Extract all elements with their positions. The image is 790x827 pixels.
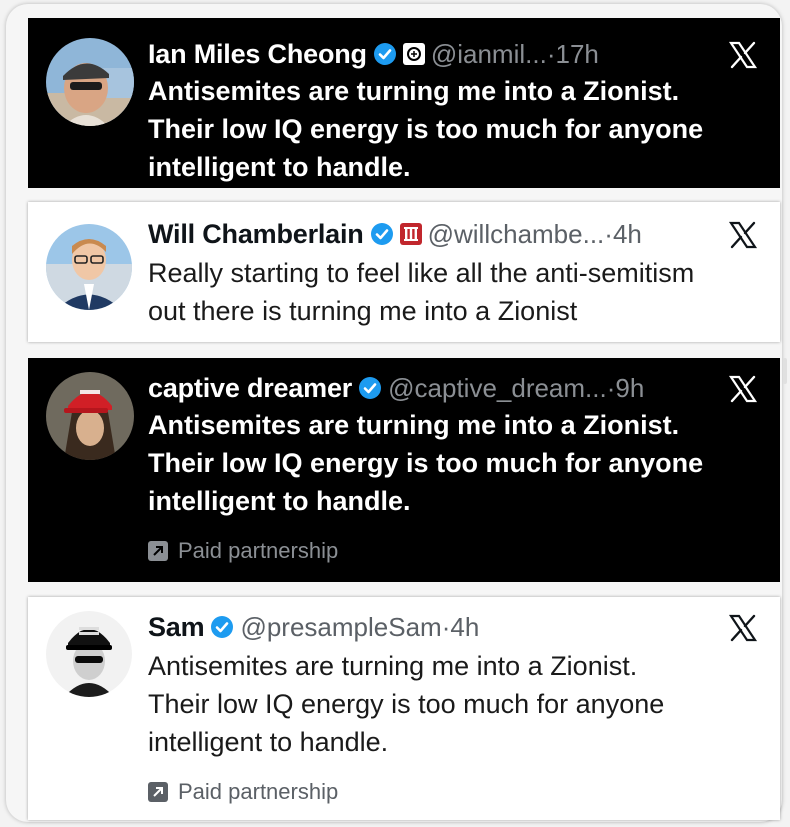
paid-partnership-label[interactable]: Paid partnership bbox=[148, 779, 338, 805]
user-handle[interactable]: @captive_dream... bbox=[388, 373, 607, 404]
post-text-line: Antisemites are turning me into a Zionis… bbox=[148, 651, 638, 681]
x-logo-icon bbox=[728, 221, 758, 249]
post-text-line: intelligent to handle. bbox=[148, 152, 411, 182]
avatar[interactable] bbox=[46, 38, 134, 126]
user-handle[interactable]: @willchambe... bbox=[428, 219, 605, 250]
verified-check-icon bbox=[370, 223, 393, 245]
user-handle[interactable]: @presampleSam bbox=[240, 612, 441, 643]
display-name[interactable]: Ian Miles Cheong bbox=[148, 39, 367, 70]
post-text: Antisemites are turning me into a Zionis… bbox=[148, 72, 760, 186]
paid-partnership-icon bbox=[148, 541, 168, 561]
x-logo-icon bbox=[728, 41, 758, 69]
post-timestamp[interactable]: 4h bbox=[613, 219, 642, 250]
post-text: Antisemites are turning me into a Zionis… bbox=[148, 406, 760, 520]
post-card-captive-dreamer[interactable]: captive dreamer @captive_dream... · 9h A… bbox=[28, 358, 787, 582]
avatar[interactable] bbox=[46, 372, 134, 460]
verified-check-icon bbox=[373, 43, 396, 65]
post-text-line: Antisemites are turning me into a Zionis… bbox=[148, 76, 680, 106]
post-text: Really starting to feel like all the ant… bbox=[148, 254, 760, 330]
post-timestamp[interactable]: 4h bbox=[450, 612, 479, 643]
separator-dot: · bbox=[546, 38, 556, 69]
post-text-line: Antisemites are turning me into a Zionis… bbox=[148, 410, 680, 440]
screenshot-collage: Ian Miles Cheong @ianmil... · 17h Antise… bbox=[6, 4, 787, 822]
paid-partnership-text: Paid partnership bbox=[178, 538, 339, 563]
post-header: captive dreamer @captive_dream... · 9h bbox=[148, 368, 768, 408]
display-name[interactable]: Sam bbox=[148, 612, 205, 643]
separator-dot: · bbox=[606, 372, 616, 403]
post-timestamp[interactable]: 9h bbox=[615, 373, 644, 404]
post-header: Sam @presampleSam · 4h bbox=[148, 607, 768, 647]
post-header: Will Chamberlain @willchambe... · 4h bbox=[148, 214, 768, 254]
post-card-sam[interactable]: Sam @presampleSam · 4h Antisemites are t… bbox=[28, 597, 780, 820]
user-handle[interactable]: @ianmil... bbox=[431, 39, 547, 70]
post-text-line: Their low IQ energy is too much for anyo… bbox=[148, 689, 665, 719]
display-name[interactable]: Will Chamberlain bbox=[148, 219, 364, 250]
post-text-line: Their low IQ energy is too much for anyo… bbox=[148, 448, 704, 478]
avatar[interactable] bbox=[46, 224, 132, 310]
post-text-line: intelligent to handle. bbox=[148, 727, 389, 757]
post-text: Antisemites are turning me into a Zionis… bbox=[148, 647, 760, 761]
post-text-line: Really starting to feel like all the ant… bbox=[148, 258, 695, 288]
verified-check-icon bbox=[211, 616, 234, 638]
post-card-ian-miles-cheong[interactable]: Ian Miles Cheong @ianmil... · 17h Antise… bbox=[28, 18, 780, 188]
paid-partnership-icon bbox=[148, 782, 168, 802]
scrollbar[interactable] bbox=[783, 358, 787, 384]
paid-partnership-text: Paid partnership bbox=[178, 779, 339, 804]
affiliation-badge-icon[interactable] bbox=[399, 223, 422, 245]
affiliation-badge-icon[interactable] bbox=[402, 43, 425, 65]
x-logo-icon bbox=[728, 614, 758, 642]
post-header: Ian Miles Cheong @ianmil... · 17h bbox=[148, 34, 768, 74]
verified-check-icon bbox=[359, 377, 382, 399]
post-text-line: out there is turning me into a Zionist bbox=[148, 296, 578, 326]
post-card-will-chamberlain[interactable]: Will Chamberlain @willchambe... · 4h Rea… bbox=[28, 202, 780, 342]
x-logo-icon bbox=[728, 375, 758, 403]
separator-dot: · bbox=[441, 611, 451, 642]
post-text-line: Their low IQ energy is too much for anyo… bbox=[148, 114, 704, 144]
separator-dot: · bbox=[604, 218, 613, 249]
post-timestamp[interactable]: 17h bbox=[555, 39, 598, 70]
display-name[interactable]: captive dreamer bbox=[148, 373, 352, 404]
post-text-line: intelligent to handle. bbox=[148, 486, 411, 516]
paid-partnership-label[interactable]: Paid partnership bbox=[148, 538, 338, 564]
avatar[interactable] bbox=[46, 611, 132, 697]
